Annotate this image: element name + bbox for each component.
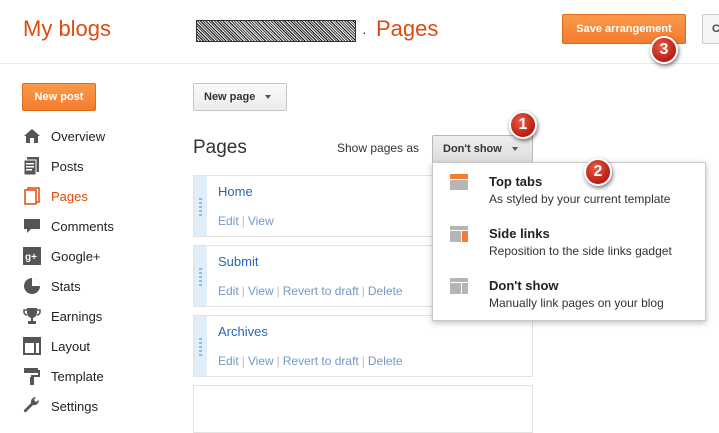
page-title-link[interactable]: Archives [218, 324, 268, 339]
app-title[interactable]: My blogs [23, 16, 111, 42]
sidebar-item-google-plus[interactable]: g+ Google+ [22, 244, 172, 268]
divider: | [241, 354, 245, 368]
divider: | [276, 284, 280, 298]
trophy-icon [22, 306, 42, 326]
posts-icon [22, 156, 42, 176]
revert-to-draft-link[interactable]: Revert to draft [283, 284, 359, 298]
sidebar-item-label: Google+ [51, 248, 101, 264]
menu-option-top-tabs[interactable]: Top tabs As styled by your current templ… [433, 163, 705, 213]
show-pages-menu: Top tabs As styled by your current templ… [432, 162, 706, 321]
delete-link[interactable]: Delete [368, 354, 403, 368]
menu-option-side-links[interactable]: Side links Reposition to the side links … [433, 215, 705, 265]
top-tabs-icon [450, 174, 468, 190]
sidebar-item-settings[interactable]: Settings [22, 394, 172, 418]
title-separator: · [362, 24, 367, 40]
page-row-archives[interactable]: Archives Edit | View | Revert to draft | Delet… [193, 315, 533, 377]
view-link[interactable]: View [248, 354, 274, 368]
sidebar-item-label: Pages [51, 188, 88, 204]
sidebar-item-label: Comments [51, 218, 114, 234]
sidebar-item-comments[interactable]: Comments [22, 214, 172, 238]
sidebar-item-label: Posts [51, 158, 84, 174]
sidebar-item-template[interactable]: Template [22, 364, 172, 388]
chevron-down-icon [511, 147, 518, 151]
blog-name-redacted [196, 20, 356, 42]
edit-link[interactable]: Edit [218, 354, 239, 368]
divider: | [361, 284, 365, 298]
divider: | [241, 284, 245, 298]
show-pages-as-label: Show pages as [337, 141, 420, 155]
chevron-down-icon [265, 95, 272, 99]
divider: | [361, 354, 365, 368]
menu-option-title: Don't show [489, 278, 559, 293]
side-links-icon [450, 226, 468, 242]
pages-heading: Pages [193, 137, 247, 158]
comments-icon [22, 216, 42, 236]
sidebar-item-layout[interactable]: Layout [22, 334, 172, 358]
home-icon [22, 126, 42, 146]
new-page-label: New page [204, 91, 256, 103]
svg-text:g+: g+ [25, 252, 37, 263]
sidebar-item-posts[interactable]: Posts [22, 154, 172, 178]
menu-option-title: Top tabs [489, 174, 543, 189]
show-pages-dropdown[interactable]: Don't show [432, 135, 533, 163]
layout-icon [22, 336, 42, 356]
divider: | [276, 354, 280, 368]
section-title: Pages [376, 16, 439, 41]
stats-icon [22, 276, 42, 296]
sidebar-item-label: Earnings [51, 308, 103, 324]
menu-option-description: Reposition to the side links gadget [489, 244, 672, 258]
google-plus-icon: g+ [22, 246, 42, 266]
page-actions: Edit | View [218, 214, 274, 228]
menu-option-title: Side links [489, 226, 550, 241]
sidebar-item-label: Overview [51, 128, 106, 144]
sidebar-item-label: Stats [51, 278, 81, 294]
sidebar-item-label: Layout [51, 338, 91, 354]
step-badge-2: 2 [584, 158, 612, 186]
divider: | [241, 214, 245, 228]
revert-to-draft-link[interactable]: Revert to draft [283, 354, 359, 368]
new-post-button[interactable]: New post [22, 83, 96, 111]
step-badge-3: 3 [650, 36, 678, 64]
template-icon [22, 366, 42, 386]
edit-link[interactable]: Edit [218, 214, 239, 228]
wrench-icon [22, 396, 42, 416]
view-link[interactable]: View [248, 214, 274, 228]
drag-handle[interactable] [194, 246, 207, 306]
menu-option-dont-show[interactable]: Don't show Manually link pages on your b… [433, 267, 705, 317]
pages-icon [22, 186, 42, 206]
new-page-button[interactable]: New page [193, 83, 287, 111]
sidebar-item-stats[interactable]: Stats [22, 274, 172, 298]
empty-drop-slot [193, 385, 533, 433]
delete-link[interactable]: Delete [368, 284, 403, 298]
page-title-link[interactable]: Home [218, 184, 253, 199]
sidebar-item-label: Settings [51, 398, 98, 414]
view-link[interactable]: View [248, 284, 274, 298]
sidebar-item-earnings[interactable]: Earnings [22, 304, 172, 328]
drag-handle[interactable] [194, 176, 207, 236]
no-show-icon [450, 278, 468, 294]
page-title-link[interactable]: Submit [218, 254, 258, 269]
dropdown-value: Don't show [443, 143, 502, 155]
cancel-button[interactable]: C [702, 14, 719, 44]
menu-option-description: As styled by your current template [489, 192, 671, 206]
sidebar-item-pages[interactable]: Pages [22, 184, 172, 208]
menu-option-description: Manually link pages on your blog [489, 296, 664, 310]
page-actions: Edit | View | Revert to draft | Delete [218, 354, 403, 368]
edit-link[interactable]: Edit [218, 284, 239, 298]
sidebar-item-overview[interactable]: Overview [22, 124, 172, 148]
page-actions: Edit | View | Revert to draft | Delete [218, 284, 403, 298]
drag-handle[interactable] [194, 316, 207, 376]
sidebar-item-label: Template [51, 368, 104, 384]
step-badge-1: 1 [509, 111, 537, 139]
